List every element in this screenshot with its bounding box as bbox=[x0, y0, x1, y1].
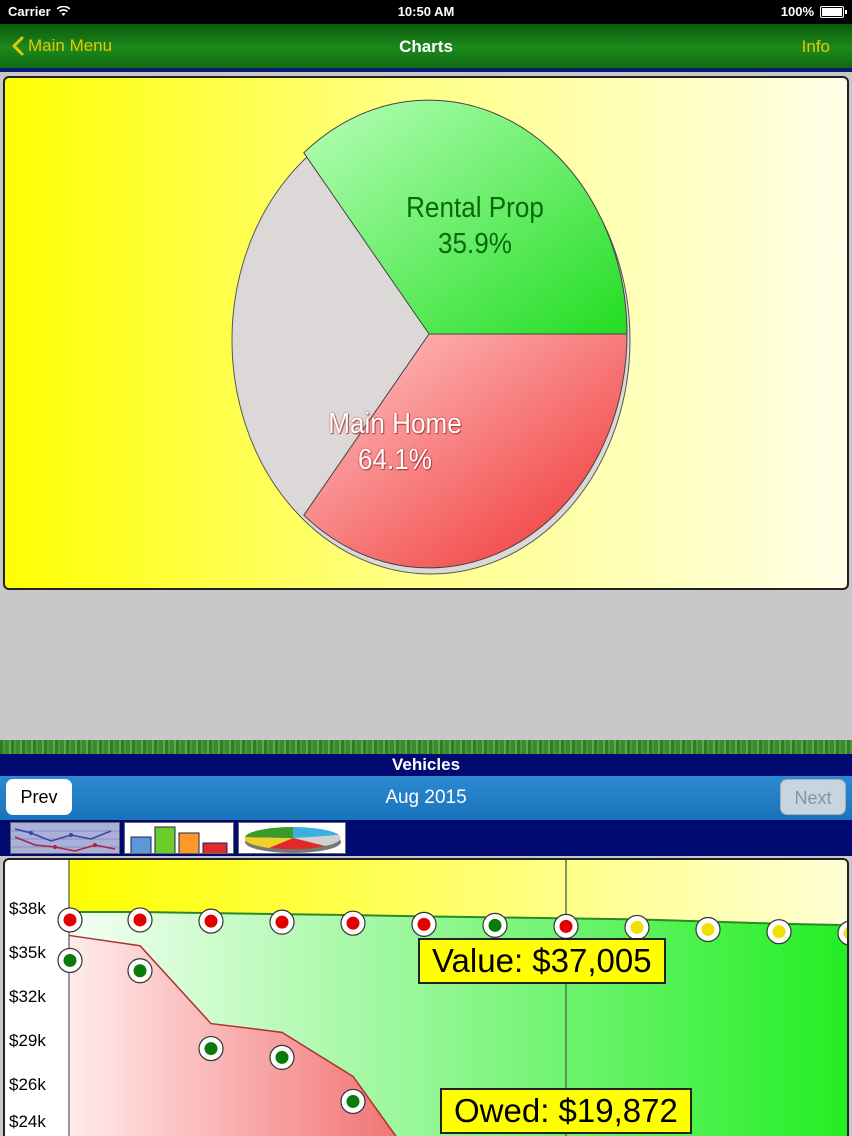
y-tick-label: $24k bbox=[9, 1112, 46, 1131]
owed-point bbox=[127, 958, 153, 984]
clock: 10:50 AM bbox=[397, 4, 455, 19]
prev-button[interactable]: Prev bbox=[6, 779, 72, 815]
info-button[interactable]: Info bbox=[802, 37, 830, 57]
y-tick-label: $32k bbox=[9, 987, 46, 1007]
navigation-bar: Main Menu Charts Info bbox=[0, 24, 852, 72]
current-period: Aug 2015 bbox=[385, 787, 467, 808]
rental-prop-label: Rental Prop bbox=[406, 192, 544, 224]
owed-point bbox=[269, 1044, 295, 1070]
value-point bbox=[482, 912, 508, 938]
value-point bbox=[624, 914, 650, 941]
status-bar: Carrier 10:50 AM 100% bbox=[0, 0, 852, 24]
next-button[interactable]: Next bbox=[780, 779, 846, 815]
battery-icon bbox=[820, 5, 847, 18]
y-tick-label: $35k bbox=[9, 943, 46, 963]
value-point bbox=[340, 910, 366, 936]
owed-point bbox=[198, 1035, 224, 1062]
rental-prop-slice-label: Rental Prop 35.9% bbox=[376, 190, 574, 262]
pie-chart-panel: Rental Prop 35.9% Main Home 64.1% bbox=[3, 76, 849, 590]
y-tick-label: $26k bbox=[9, 1075, 46, 1095]
value-callout: Value: $37,005 bbox=[418, 938, 666, 984]
value-point bbox=[269, 909, 295, 935]
rental-prop-percent: 35.9% bbox=[437, 228, 512, 260]
grass-divider bbox=[0, 740, 852, 754]
battery-percent: 100% bbox=[780, 4, 814, 19]
y-tick-label: $38k bbox=[9, 899, 46, 918]
pie-chart-tab-icon bbox=[244, 826, 341, 853]
owed-point bbox=[340, 1088, 366, 1115]
value-point bbox=[766, 919, 792, 945]
line-chart-plot bbox=[57, 860, 847, 1136]
pie-chart bbox=[231, 99, 631, 575]
battery-indicator: 100% bbox=[780, 4, 847, 19]
app-root: Carrier 10:50 AM 100% Main Menu Charts I… bbox=[0, 0, 852, 1136]
line-chart-tab-icon bbox=[11, 828, 119, 852]
value-point bbox=[198, 908, 224, 934]
page-title: Charts bbox=[399, 37, 453, 56]
value-point bbox=[695, 916, 721, 943]
period-navigation: Prev Aug 2015 Next bbox=[0, 776, 852, 820]
main-home-label: Main Home bbox=[328, 408, 462, 440]
value-point bbox=[553, 913, 579, 940]
owed-callout: Owed: $19,872 bbox=[440, 1088, 692, 1134]
back-label: Main Menu bbox=[28, 36, 113, 55]
tab-line-chart[interactable] bbox=[10, 822, 120, 854]
tab-pie-chart[interactable] bbox=[238, 822, 346, 854]
main-menu-back-button[interactable]: Main Menu bbox=[12, 36, 112, 56]
owed-point bbox=[57, 947, 83, 974]
main-home-percent: 64.1% bbox=[357, 444, 432, 476]
value-point bbox=[57, 907, 83, 933]
vehicles-line-chart: $38k $35k $32k $29k $26k $24k Value: $37,005 … bbox=[3, 858, 849, 1136]
y-tick-label: $29k bbox=[9, 1031, 46, 1051]
bar-chart-tab-icon bbox=[130, 826, 228, 853]
chart-type-tabs bbox=[0, 820, 852, 856]
chevron-left-icon bbox=[12, 36, 24, 56]
section-title: Vehicles bbox=[0, 754, 852, 776]
value-point bbox=[127, 907, 153, 933]
main-home-slice-label: Main Home 64.1% bbox=[305, 406, 485, 478]
value-point bbox=[411, 911, 437, 937]
tab-bar-chart[interactable] bbox=[124, 822, 234, 854]
